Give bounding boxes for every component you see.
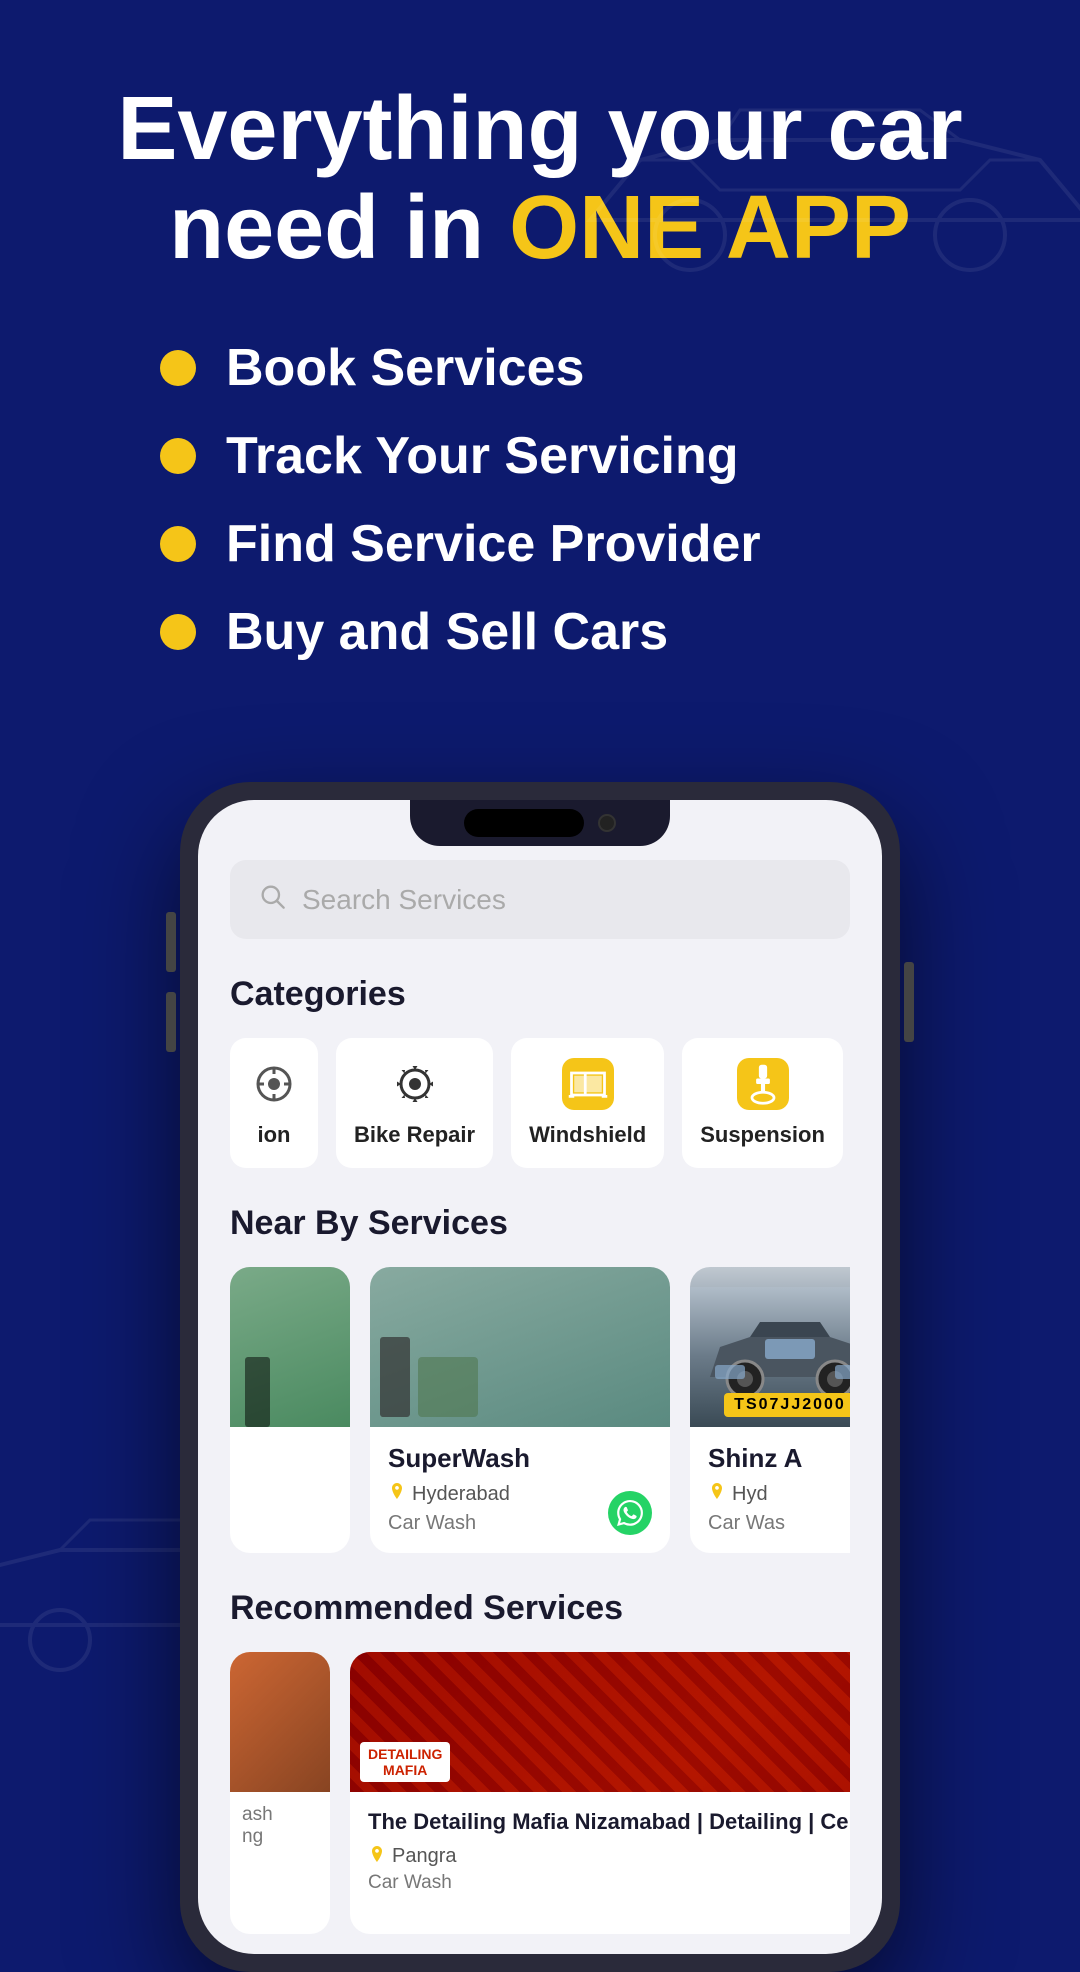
category-label-partial: ion (258, 1122, 291, 1148)
category-icon-gear (389, 1058, 441, 1110)
category-item-bike-repair[interactable]: Bike Repair (336, 1038, 493, 1168)
category-label-windshield: Windshield (529, 1122, 646, 1148)
superwash-location-text: Hyderabad (412, 1483, 510, 1506)
category-label-suspension: Suspension (700, 1122, 825, 1148)
volume-up-button (166, 912, 176, 972)
shinz-name: Shinz A (708, 1443, 850, 1474)
bullet-dot (160, 438, 196, 474)
bullet-dot (160, 526, 196, 562)
phone-screen: Search Services Categories (198, 800, 882, 1954)
rec-img-partial (230, 1652, 330, 1792)
feature-item-track: Track Your Servicing (160, 426, 1000, 486)
phone-notch (410, 800, 670, 846)
category-icon-windshield (562, 1058, 614, 1110)
location-pin-icon-2 (708, 1482, 726, 1506)
bullet-dot (160, 350, 196, 386)
power-button (904, 962, 914, 1042)
detailing-info: The Detailing Mafia Nizamabad | Detailin… (350, 1792, 850, 1934)
header-section: Everything your car need in ONE APP Book… (0, 0, 1080, 782)
volume-down-button (166, 992, 176, 1052)
phone-mockup: Search Services Categories (180, 782, 900, 1972)
feature-text: Buy and Sell Cars (226, 602, 668, 662)
categories-row: ion (230, 1038, 850, 1168)
service-card-superwash[interactable]: SuperWash Hyderabad Car Wash (370, 1267, 670, 1553)
shinz-image: TS07JJ2000 (690, 1267, 850, 1427)
feature-item-find: Find Service Provider (160, 514, 1000, 574)
services-row: SuperWash Hyderabad Car Wash (230, 1267, 850, 1553)
license-plate: TS07JJ2000 (724, 1393, 850, 1417)
feature-text: Book Services (226, 338, 584, 398)
bmw-image: TS07JJ2000 (690, 1267, 850, 1427)
rec-card-partial-left[interactable]: ash ng (230, 1652, 330, 1934)
feature-text: Track Your Servicing (226, 426, 739, 486)
feature-item-buy: Buy and Sell Cars (160, 602, 1000, 662)
category-icon-suspension (737, 1058, 789, 1110)
detailing-image: DETAILINGMAFIA (350, 1652, 850, 1792)
shinz-info: Shinz A Hyd Car Was (690, 1427, 850, 1553)
nearby-title: Near By Services (230, 1204, 850, 1243)
detailing-type: Car Wash (368, 1872, 850, 1894)
front-camera (598, 814, 616, 832)
recommended-title: Recommended Services (230, 1589, 850, 1628)
rec-partial-text: ash ng (230, 1792, 330, 1860)
whatsapp-button-superwash[interactable] (608, 1491, 652, 1535)
superwash-image (370, 1267, 670, 1427)
categories-title: Categories (230, 975, 850, 1014)
notch-pill (464, 809, 584, 837)
shinz-type: Car Was (708, 1512, 850, 1535)
categories-section: Categories (230, 975, 850, 1168)
recommended-section: Recommended Services ash ng (230, 1589, 850, 1934)
category-label-bike-repair: Bike Repair (354, 1122, 475, 1148)
detailing-name: The Detailing Mafia Nizamabad | Detailin… (368, 1808, 850, 1837)
search-placeholder: Search Services (302, 884, 506, 916)
superwash-name: SuperWash (388, 1443, 652, 1474)
app-content: Search Services Categories (198, 800, 882, 1954)
phone-section: Search Services Categories (0, 782, 1080, 1972)
location-pin-icon-3 (368, 1845, 386, 1868)
recommended-row: ash ng DETAILINGMAFIA (230, 1652, 850, 1934)
nearby-section: Near By Services (230, 1204, 850, 1553)
shinz-location: Hyd (708, 1482, 850, 1506)
category-icon-partial (248, 1058, 300, 1110)
service-card-partial[interactable] (230, 1267, 350, 1553)
service-card-shinz[interactable]: TS07JJ2000 Shinz A (690, 1267, 850, 1553)
category-item-windshield[interactable]: Windshield (511, 1038, 664, 1168)
feature-item-book: Book Services (160, 338, 1000, 398)
search-bar[interactable]: Search Services (230, 860, 850, 939)
feature-text: Find Service Provider (226, 514, 761, 574)
detailing-location: Pangra (368, 1845, 850, 1868)
main-title: Everything your car need in ONE APP (80, 80, 1000, 278)
feature-list: Book Services Track Your Servicing Find … (80, 338, 1000, 662)
search-icon (258, 882, 286, 917)
shinz-location-text: Hyd (732, 1483, 768, 1506)
category-item-partial[interactable]: ion (230, 1038, 318, 1168)
highlight-text: ONE APP (509, 178, 911, 278)
rec-card-detailing[interactable]: DETAILINGMAFIA The Detailing Mafia Nizam… (350, 1652, 850, 1934)
detailing-location-text: Pangra (392, 1845, 457, 1868)
detailing-sign: DETAILINGMAFIA (360, 1742, 450, 1782)
category-item-suspension[interactable]: Suspension (682, 1038, 843, 1168)
service-image-partial (230, 1267, 350, 1427)
location-pin-icon (388, 1482, 406, 1506)
bullet-dot (160, 614, 196, 650)
